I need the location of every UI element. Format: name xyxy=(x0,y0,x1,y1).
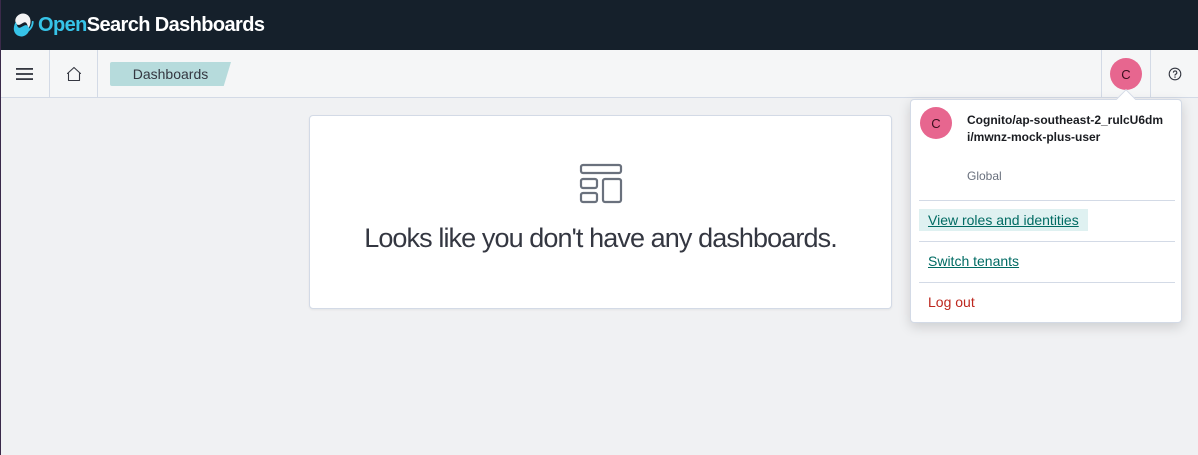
popover-tenant-label: Global xyxy=(967,169,1002,183)
brand-logo-link[interactable]: OpenSearch Dashboards xyxy=(13,0,265,50)
opensearch-logo-icon xyxy=(13,13,34,37)
popover-divider xyxy=(919,200,1175,201)
brand-name: OpenSearch Dashboards xyxy=(38,13,265,37)
hamburger-menu-icon xyxy=(16,68,33,80)
popover-divider xyxy=(919,241,1175,242)
popover-user-avatar: C xyxy=(920,107,952,139)
switch-tenants-link[interactable]: Switch tenants xyxy=(919,250,1028,272)
help-icon xyxy=(1168,67,1182,81)
brand-name-search: Search xyxy=(86,13,151,36)
home-icon xyxy=(66,66,81,82)
navigation-bar: Dashboards C xyxy=(1,50,1198,98)
user-avatar: C xyxy=(1110,58,1142,90)
dashboard-app-icon xyxy=(579,163,623,204)
popover-divider xyxy=(919,282,1175,283)
menu-toggle-button[interactable] xyxy=(1,50,50,98)
brand-name-open: Open xyxy=(38,13,87,36)
help-button[interactable] xyxy=(1151,50,1198,98)
user-menu-popover: C Cognito/ap-southeast-2_rulcU6dmi/mwnz-… xyxy=(910,99,1182,323)
top-header: OpenSearch Dashboards xyxy=(1,0,1198,50)
empty-state-title: Looks like you don't have any dashboards… xyxy=(364,223,837,253)
popover-username: Cognito/ap-southeast-2_rulcU6dmi/mwnz-mo… xyxy=(967,113,1164,144)
empty-dashboards-panel: Looks like you don't have any dashboards… xyxy=(309,115,892,309)
log-out-link[interactable]: Log out xyxy=(919,291,984,313)
home-button[interactable] xyxy=(50,50,98,98)
brand-name-rest: Dashboards xyxy=(149,13,265,36)
breadcrumb-dashboards[interactable]: Dashboards xyxy=(110,62,231,86)
view-roles-link[interactable]: View roles and identities xyxy=(919,209,1088,231)
